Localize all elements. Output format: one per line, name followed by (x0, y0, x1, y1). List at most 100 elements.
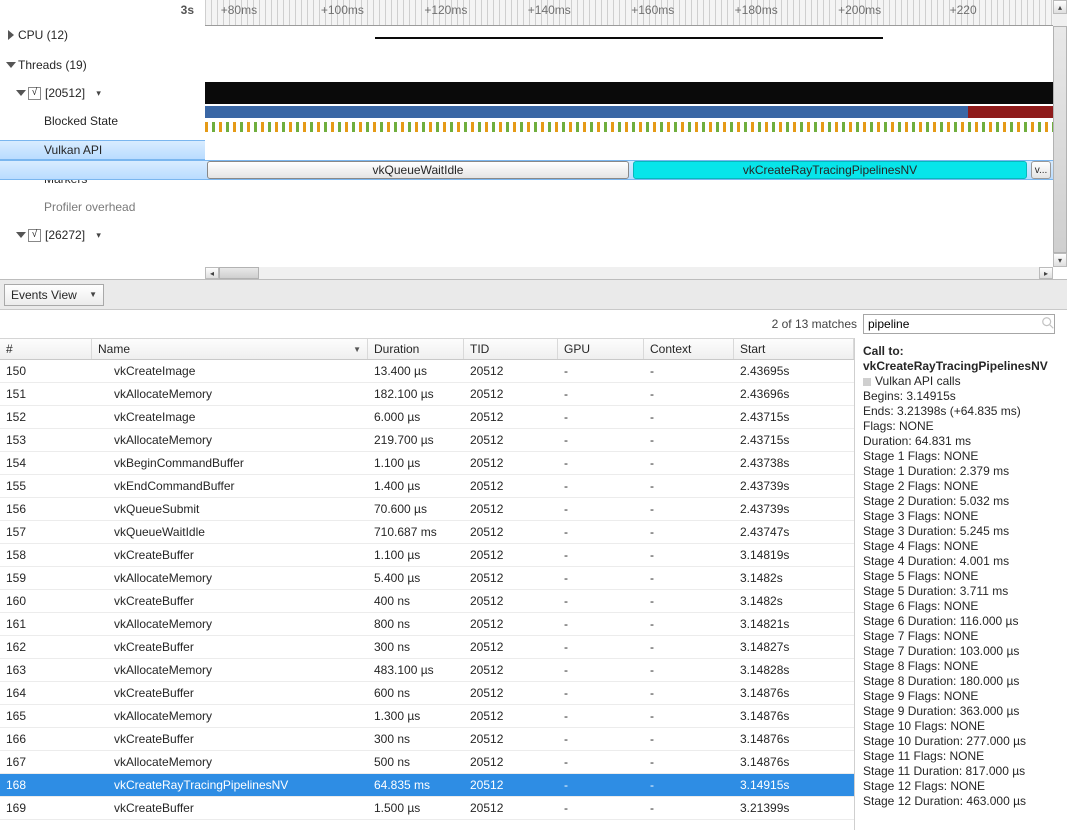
table-row[interactable]: 152vkCreateImage6.000 µs20512--2.43715s (0, 406, 854, 429)
cell-dur: 483.100 µs (368, 663, 464, 677)
tree-vulkan-api[interactable]: Vulkan API (0, 140, 205, 160)
timeline-lanes[interactable]: vkQueueWaitIdle vkCreateRayTracingPipeli… (205, 26, 1053, 267)
table-row[interactable]: 157vkQueueWaitIdle710.687 ms20512--2.437… (0, 521, 854, 544)
events-table: # Name▼ Duration TID GPU Context Start 1… (0, 338, 855, 830)
cell-name: vkAllocateMemory (92, 663, 368, 677)
caret-down-icon: ▼ (353, 345, 361, 354)
col-start[interactable]: Start (734, 339, 854, 359)
table-row[interactable]: 151vkAllocateMemory182.100 µs20512--2.43… (0, 383, 854, 406)
cell-dur: 800 ns (368, 617, 464, 631)
view-select[interactable]: Events View ▼ (4, 284, 104, 306)
scroll-down-icon[interactable]: ▾ (1053, 253, 1067, 267)
table-body[interactable]: 150vkCreateImage13.400 µs20512--2.43695s… (0, 360, 854, 830)
scroll-thumb[interactable] (1053, 26, 1067, 253)
col-duration[interactable]: Duration (368, 339, 464, 359)
api-call-createraytracingpipelines[interactable]: vkCreateRayTracingPipelinesNV (633, 161, 1027, 179)
cell-start: 2.43738s (734, 456, 854, 470)
cell-id: 155 (0, 479, 92, 493)
tree-threads[interactable]: Threads (19) (0, 56, 205, 74)
cell-name: vkAllocateMemory (92, 433, 368, 447)
cell-ctx: - (644, 456, 734, 470)
cell-id: 165 (0, 709, 92, 723)
col-name[interactable]: Name▼ (92, 339, 368, 359)
cell-tid: 20512 (464, 732, 558, 746)
col-gpu[interactable]: GPU (558, 339, 644, 359)
scroll-up-icon[interactable]: ▴ (1053, 0, 1067, 14)
scroll-thumb[interactable] (219, 267, 259, 279)
table-row[interactable]: 154vkBeginCommandBuffer1.100 µs20512--2.… (0, 452, 854, 475)
col-context[interactable]: Context (644, 339, 734, 359)
table-row[interactable]: 160vkCreateBuffer400 ns20512--3.1482s (0, 590, 854, 613)
caret-down-icon (6, 62, 16, 68)
cell-ctx: - (644, 410, 734, 424)
cell-gpu: - (558, 594, 644, 608)
table-row[interactable]: 169vkCreateBuffer1.500 µs20512--3.21399s (0, 797, 854, 820)
details-line: Stage 3 Flags: NONE (863, 509, 1057, 524)
col-id[interactable]: # (0, 339, 92, 359)
table-row[interactable]: 156vkQueueSubmit70.600 µs20512--2.43739s (0, 498, 854, 521)
lane-markers (205, 122, 1053, 132)
checkbox-icon[interactable]: √ (28, 229, 41, 242)
dropdown-icon[interactable]: ▾ (96, 226, 101, 244)
details-line: Stage 9 Duration: 363.000 µs (863, 704, 1057, 719)
table-row[interactable]: 161vkAllocateMemory800 ns20512--3.14821s (0, 613, 854, 636)
cell-gpu: - (558, 525, 644, 539)
cell-dur: 1.100 µs (368, 456, 464, 470)
table-row[interactable]: 164vkCreateBuffer600 ns20512--3.14876s (0, 682, 854, 705)
col-tid[interactable]: TID (464, 339, 558, 359)
bullet-icon (863, 378, 871, 386)
details-title: Call to: (863, 344, 1057, 359)
scroll-left-icon[interactable]: ◂ (205, 267, 219, 279)
cell-name: vkCreateBuffer (92, 594, 368, 608)
table-row[interactable]: 163vkAllocateMemory483.100 µs20512--3.14… (0, 659, 854, 682)
checkbox-icon[interactable]: √ (28, 87, 41, 100)
cell-start: 3.21399s (734, 801, 854, 815)
caret-down-icon (16, 90, 26, 96)
timeline-vscroll[interactable]: ▴ ▾ (1053, 0, 1067, 267)
table-row[interactable]: 158vkCreateBuffer1.100 µs20512--3.14819s (0, 544, 854, 567)
cell-ctx: - (644, 502, 734, 516)
cell-name: vkCreateRayTracingPipelinesNV (92, 778, 368, 792)
cell-tid: 20512 (464, 410, 558, 424)
tree-profiler-overhead[interactable]: Profiler overhead (0, 198, 205, 216)
cell-start: 3.14828s (734, 663, 854, 677)
table-row[interactable]: 155vkEndCommandBuffer1.400 µs20512--2.43… (0, 475, 854, 498)
cell-name: vkCreateBuffer (92, 732, 368, 746)
time-ruler[interactable]: +80ms+100ms+120ms+140ms+160ms+180ms+200m… (205, 0, 1053, 26)
cell-dur: 13.400 µs (368, 364, 464, 378)
search-input[interactable] (863, 314, 1055, 334)
cell-id: 153 (0, 433, 92, 447)
cell-tid: 20512 (464, 479, 558, 493)
details-line: Stage 4 Flags: NONE (863, 539, 1057, 554)
table-row[interactable]: 168vkCreateRayTracingPipelinesNV64.835 m… (0, 774, 854, 797)
tree-thread-20512[interactable]: √[20512] ▾ (0, 84, 205, 102)
ruler-tick: +80ms (221, 3, 257, 17)
cell-dur: 64.835 ms (368, 778, 464, 792)
table-row[interactable]: 162vkCreateBuffer300 ns20512--3.14827s (0, 636, 854, 659)
cell-ctx: - (644, 571, 734, 585)
cell-name: vkQueueWaitIdle (92, 525, 368, 539)
dropdown-icon[interactable]: ▾ (96, 84, 101, 102)
cell-start: 2.43739s (734, 479, 854, 493)
api-call-queuewaitidle[interactable]: vkQueueWaitIdle (207, 161, 629, 179)
cell-ctx: - (644, 433, 734, 447)
table-row[interactable]: 150vkCreateImage13.400 µs20512--2.43695s (0, 360, 854, 383)
api-more-button[interactable]: v... (1031, 161, 1051, 179)
tree-blocked-state[interactable]: Blocked State (0, 112, 205, 130)
table-row[interactable]: 165vkAllocateMemory1.300 µs20512--3.1487… (0, 705, 854, 728)
details-line: Stage 10 Duration: 277.000 µs (863, 734, 1057, 749)
timeline-hscroll[interactable]: ◂ ▸ (205, 267, 1053, 279)
table-row[interactable]: 159vkAllocateMemory5.400 µs20512--3.1482… (0, 567, 854, 590)
table-row[interactable]: 153vkAllocateMemory219.700 µs20512--2.43… (0, 429, 854, 452)
details-line: Stage 6 Flags: NONE (863, 599, 1057, 614)
tree-thread-26272[interactable]: √[26272] ▾ (0, 226, 205, 244)
details-line: Duration: 64.831 ms (863, 434, 1057, 449)
table-row[interactable]: 167vkAllocateMemory500 ns20512--3.14876s (0, 751, 854, 774)
scroll-right-icon[interactable]: ▸ (1039, 267, 1053, 279)
tree-cpu[interactable]: CPU (12) (0, 26, 205, 44)
table-row[interactable]: 166vkCreateBuffer300 ns20512--3.14876s (0, 728, 854, 751)
cell-gpu: - (558, 755, 644, 769)
cell-id: 163 (0, 663, 92, 677)
cell-tid: 20512 (464, 709, 558, 723)
search-row: 2 of 13 matches (0, 310, 1067, 338)
